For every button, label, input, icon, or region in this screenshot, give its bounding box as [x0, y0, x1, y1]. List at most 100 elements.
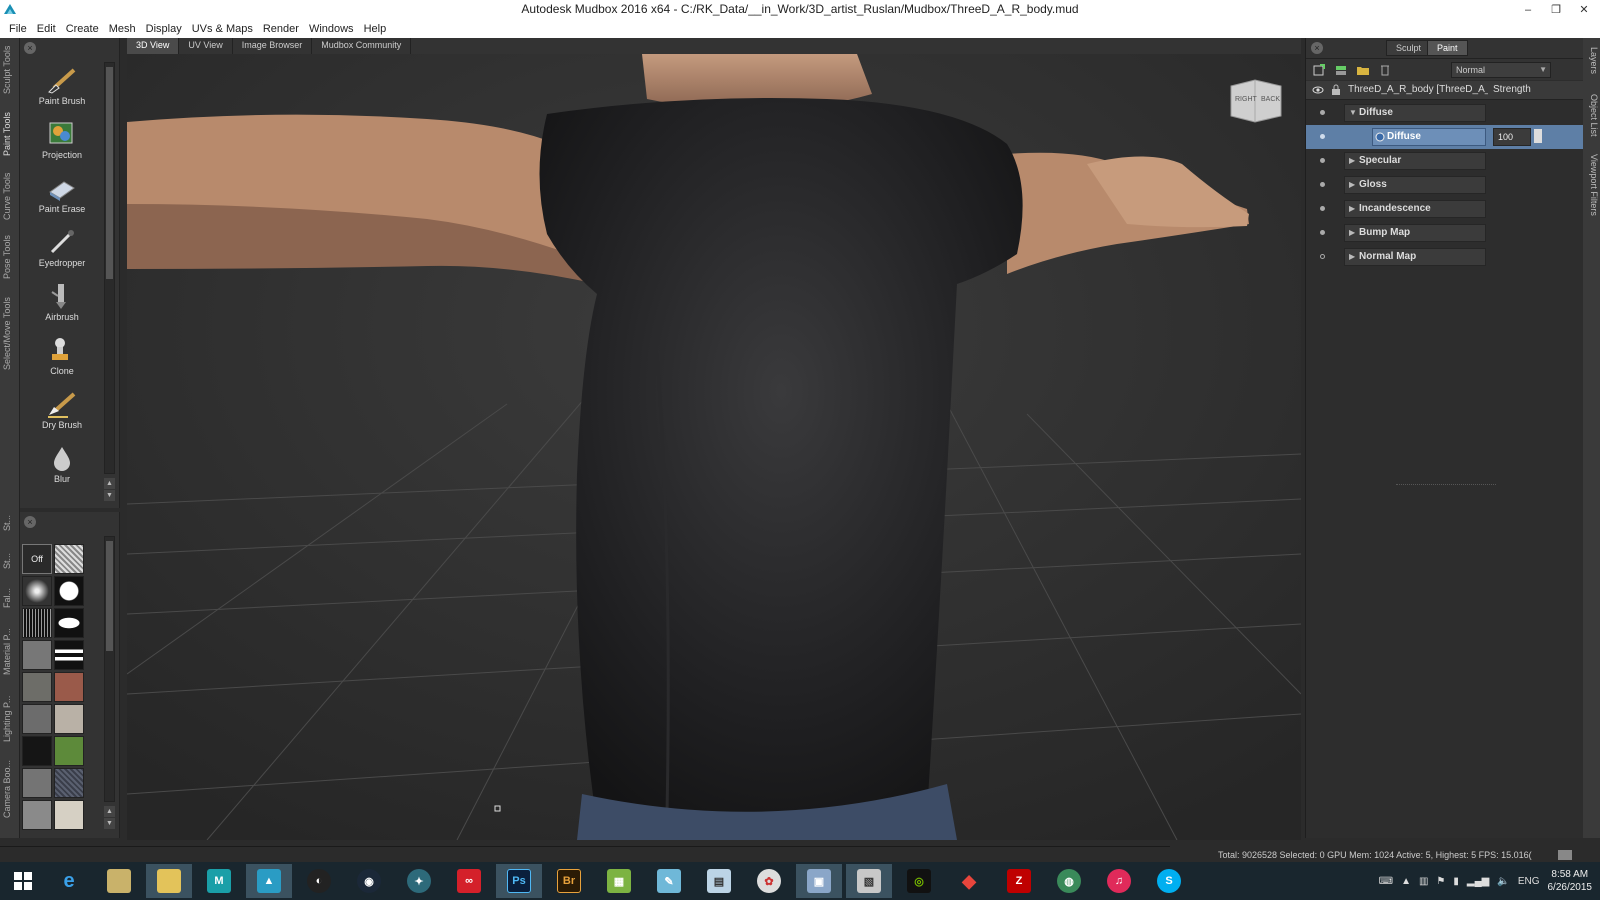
- stamp-thumb[interactable]: [22, 800, 52, 830]
- caret-right-icon[interactable]: ▶: [1349, 252, 1355, 261]
- start-button[interactable]: [0, 864, 46, 898]
- visibility-dot-icon[interactable]: [1320, 230, 1325, 235]
- layer-row[interactable]: ▶ Normal Map: [1306, 245, 1584, 269]
- taskbar-sheets[interactable]: ▦: [596, 864, 642, 898]
- tab-select-move-tools[interactable]: Select/Move Tools: [2, 296, 18, 372]
- tab-layers[interactable]: Layers: [1585, 44, 1599, 78]
- tab-object-list[interactable]: Object List: [1585, 90, 1599, 140]
- taskbar-mudbox[interactable]: ▲: [246, 864, 292, 898]
- stamp-off[interactable]: Off: [22, 544, 52, 574]
- eye-icon[interactable]: [1312, 84, 1324, 96]
- caret-right-icon[interactable]: ▶: [1349, 180, 1355, 189]
- layer-strength-input[interactable]: 100: [1493, 128, 1531, 146]
- stamp-thumb[interactable]: [22, 640, 52, 670]
- taskbar-git[interactable]: ◆: [946, 864, 992, 898]
- taskbar-nvidia[interactable]: ◎: [896, 864, 942, 898]
- stamp-thumb[interactable]: [54, 800, 84, 830]
- menu-windows[interactable]: Windows: [304, 23, 359, 35]
- tab-sculpt-tools[interactable]: Sculpt Tools: [2, 44, 18, 96]
- taskbar-calculator[interactable]: ▤: [696, 864, 742, 898]
- view-cube[interactable]: RIGHT BACK: [1227, 76, 1285, 124]
- tab-stamp[interactable]: St...: [2, 512, 18, 534]
- tab-pose-tools[interactable]: Pose Tools: [2, 234, 18, 280]
- tab-paint-tools[interactable]: Paint Tools: [2, 110, 18, 158]
- menu-file[interactable]: File: [4, 23, 32, 35]
- tool-tray-scrollbar[interactable]: [104, 62, 115, 474]
- signal-icon[interactable]: ▂▄▆: [1467, 876, 1489, 887]
- tool-projection[interactable]: Projection: [22, 120, 102, 172]
- lock-icon[interactable]: [1330, 84, 1342, 96]
- stamp-tray-scrollbar[interactable]: [104, 536, 115, 802]
- language-indicator[interactable]: ENG: [1518, 876, 1540, 887]
- blend-mode-select[interactable]: Normal ▼: [1451, 62, 1551, 78]
- scroll-up-icon[interactable]: ▲: [104, 806, 115, 817]
- delete-layer-icon[interactable]: [1378, 63, 1392, 77]
- flag-icon[interactable]: ⚑: [1436, 876, 1445, 887]
- tab-image-browser[interactable]: Image Browser: [233, 38, 313, 54]
- stamp-thumb[interactable]: [22, 768, 52, 798]
- menu-create[interactable]: Create: [61, 23, 104, 35]
- taskbar-bridge[interactable]: Br: [546, 864, 592, 898]
- taskbar-photoshop[interactable]: Ps: [496, 864, 542, 898]
- visibility-dot-icon[interactable]: [1320, 158, 1325, 163]
- visibility-dot-icon[interactable]: [1320, 206, 1325, 211]
- tool-clone[interactable]: Clone: [22, 336, 102, 388]
- taskbar-filezilla[interactable]: Z: [996, 864, 1042, 898]
- tab-falloff[interactable]: Fal...: [2, 586, 18, 610]
- layer-row[interactable]: ▶ Incandescence: [1306, 197, 1584, 221]
- strength-slider-handle[interactable]: [1534, 129, 1542, 143]
- menu-render[interactable]: Render: [258, 23, 304, 35]
- caret-down-icon[interactable]: ▼: [1349, 108, 1357, 117]
- volume-icon[interactable]: 🔈: [1497, 876, 1509, 887]
- menu-help[interactable]: Help: [359, 23, 392, 35]
- stamp-thumb[interactable]: [54, 640, 84, 670]
- scroll-down-icon[interactable]: ▼: [104, 490, 115, 501]
- scroll-down-icon[interactable]: ▼: [104, 818, 115, 829]
- menu-uvs-maps[interactable]: UVs & Maps: [187, 23, 258, 35]
- tray-close-icon[interactable]: ×: [24, 42, 36, 54]
- caret-right-icon[interactable]: ▶: [1349, 156, 1355, 165]
- tab-camera-bookmarks[interactable]: Camera Boo...: [2, 760, 18, 818]
- stamp-thumb[interactable]: [54, 544, 84, 574]
- stamp-thumb[interactable]: [54, 608, 84, 638]
- caret-right-icon[interactable]: ▶: [1349, 204, 1355, 213]
- folder-icon[interactable]: [1356, 63, 1370, 77]
- stamp-thumb[interactable]: [54, 576, 84, 606]
- close-button[interactable]: ✕: [1574, 3, 1594, 16]
- taskbar-creative-cloud[interactable]: ∞: [446, 864, 492, 898]
- stamp-thumb[interactable]: [54, 672, 84, 702]
- taskbar-remote[interactable]: ▣: [796, 864, 842, 898]
- panel-close-icon[interactable]: ×: [1311, 42, 1323, 54]
- merge-layers-icon[interactable]: [1334, 63, 1348, 77]
- taskbar-itunes[interactable]: ♫: [1096, 864, 1142, 898]
- menu-edit[interactable]: Edit: [32, 23, 61, 35]
- chevron-up-icon[interactable]: ▲: [1401, 876, 1411, 887]
- visibility-dot-icon[interactable]: [1320, 110, 1325, 115]
- visibility-dot-icon[interactable]: [1320, 254, 1325, 259]
- sculpt-layers-button[interactable]: Sculpt: [1386, 40, 1432, 56]
- layer-row[interactable]: ▶ Bump Map: [1306, 221, 1584, 245]
- taskbar-obs[interactable]: ◐: [296, 864, 342, 898]
- 3d-viewport[interactable]: RIGHT BACK: [127, 54, 1301, 840]
- panel-resize-handle[interactable]: [1396, 484, 1496, 487]
- stamp-thumb[interactable]: [22, 704, 52, 734]
- tab-stencil[interactable]: St...: [2, 550, 18, 572]
- tab-curve-tools[interactable]: Curve Tools: [2, 172, 18, 220]
- paint-layers-button[interactable]: Paint: [1427, 40, 1468, 56]
- battery-icon[interactable]: ▮: [1453, 876, 1459, 887]
- taskbar-file-explorer[interactable]: [146, 864, 192, 898]
- visibility-dot-icon[interactable]: [1320, 134, 1325, 139]
- tab-material-presets[interactable]: Material P...: [2, 626, 18, 678]
- stamp-thumb[interactable]: [22, 576, 52, 606]
- stamp-thumb[interactable]: [22, 672, 52, 702]
- stamp-thumb[interactable]: [54, 736, 84, 766]
- taskbar-notes[interactable]: ✎: [646, 864, 692, 898]
- tool-paint-erase[interactable]: Paint Erase: [22, 174, 102, 226]
- new-layer-icon[interactable]: [1312, 63, 1326, 77]
- tab-uv-view[interactable]: UV View: [179, 38, 233, 54]
- scroll-up-icon[interactable]: ▲: [104, 478, 115, 489]
- clock[interactable]: 8:58 AM 6/26/2015: [1548, 868, 1593, 894]
- taskbar-ie[interactable]: e: [46, 864, 92, 898]
- tray-close-icon[interactable]: ×: [24, 516, 36, 528]
- tab-3d-view[interactable]: 3D View: [127, 38, 180, 54]
